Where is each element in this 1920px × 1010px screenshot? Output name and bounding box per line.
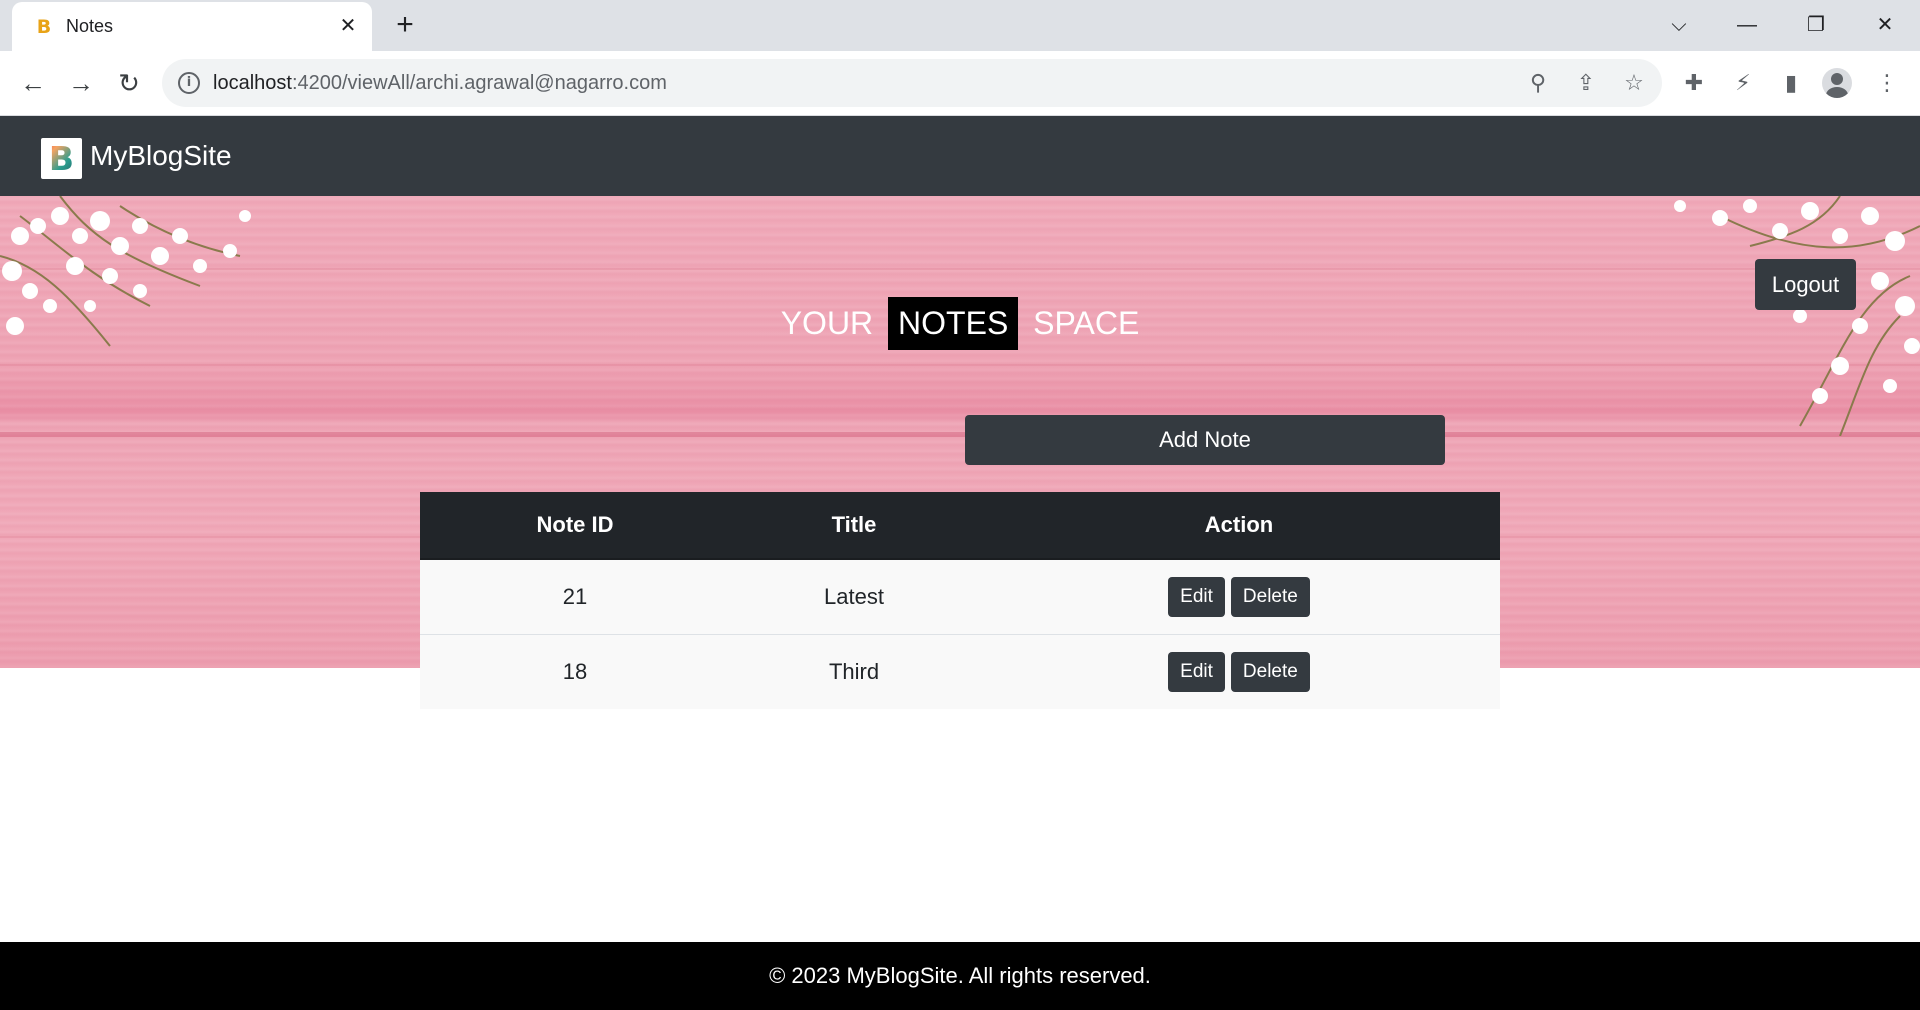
heading-highlight: NOTES [888,297,1019,350]
note-action-cell: Edit Delete [978,558,1500,634]
address-bar[interactable]: i localhost:4200/viewAll/archi.agrawal@n… [162,59,1662,107]
url-host: localhost [213,72,292,94]
column-header-action: Action [978,492,1500,559]
column-header-title: Title [730,492,978,559]
browser-tab-bar: B Notes ✕ + ⌵ — ❐ ✕ [0,0,1920,51]
column-header-note-id: Note ID [420,492,730,559]
url-path: :4200/viewAll/archi.agrawal@nagarro.com [291,72,667,94]
note-id-cell: 18 [420,633,730,709]
profile-avatar-icon[interactable] [1822,68,1852,98]
performance-icon[interactable]: ⚡ [1727,67,1759,99]
note-action-cell: Edit Delete [978,633,1500,709]
browser-tab[interactable]: B Notes ✕ [12,2,372,51]
back-icon[interactable]: ← [13,63,53,103]
share-icon[interactable]: ⇪ [1570,67,1602,99]
tab-list-icon[interactable]: ⌵ [1659,8,1699,42]
favicon-icon: B [36,16,52,38]
minimize-icon[interactable]: — [1727,8,1767,42]
tab-title: Notes [66,16,114,36]
brand-logo-letter: B [41,138,82,179]
url-text[interactable]: localhost:4200/viewAll/archi.agrawal@nag… [213,72,667,95]
reload-icon[interactable]: ↻ [109,63,149,103]
edit-button[interactable]: Edit [1168,576,1225,617]
new-tab-icon[interactable]: + [390,10,420,40]
delete-button[interactable]: Delete [1230,651,1310,692]
note-id-cell: 21 [420,558,730,634]
page-heading: YOUR NOTES SPACE [0,297,1920,350]
table-header-row: Note ID Title Action [420,492,1500,559]
brand-logo[interactable]: B [41,138,82,179]
table-row: 18 Third Edit Delete [420,633,1500,709]
bookmark-star-icon[interactable]: ☆ [1618,67,1650,99]
extensions-icon[interactable]: ✚ [1678,67,1710,99]
side-panel-icon[interactable]: ▮ [1775,67,1807,99]
restore-icon[interactable]: ❐ [1796,8,1836,42]
site-navbar: B MyBlogSite [0,116,1920,196]
note-title-cell: Latest [730,558,978,634]
note-title-cell: Third [730,633,978,709]
browser-toolbar: ← → ↻ i localhost:4200/viewAll/archi.agr… [0,51,1920,115]
add-note-button[interactable]: Add Note [965,415,1445,465]
tab-close-icon[interactable]: ✕ [336,14,360,38]
browser-menu-icon[interactable]: ⋮ [1871,67,1903,99]
delete-button[interactable]: Delete [1230,576,1310,617]
zoom-icon[interactable]: ⚲ [1522,67,1554,99]
brand-name[interactable]: MyBlogSite [90,140,232,172]
window-close-icon[interactable]: ✕ [1865,8,1905,42]
site-info-icon[interactable]: i [178,72,200,94]
site-footer: © 2023 MyBlogSite. All rights reserved. [0,942,1920,1010]
heading-suffix: SPACE [1033,305,1140,341]
notes-table: Note ID Title Action 21 Latest Edit Delet… [420,492,1500,709]
heading-prefix: YOUR [780,305,874,341]
forward-icon[interactable]: → [61,63,101,103]
edit-button[interactable]: Edit [1168,651,1225,692]
table-row: 21 Latest Edit Delete [420,558,1500,634]
